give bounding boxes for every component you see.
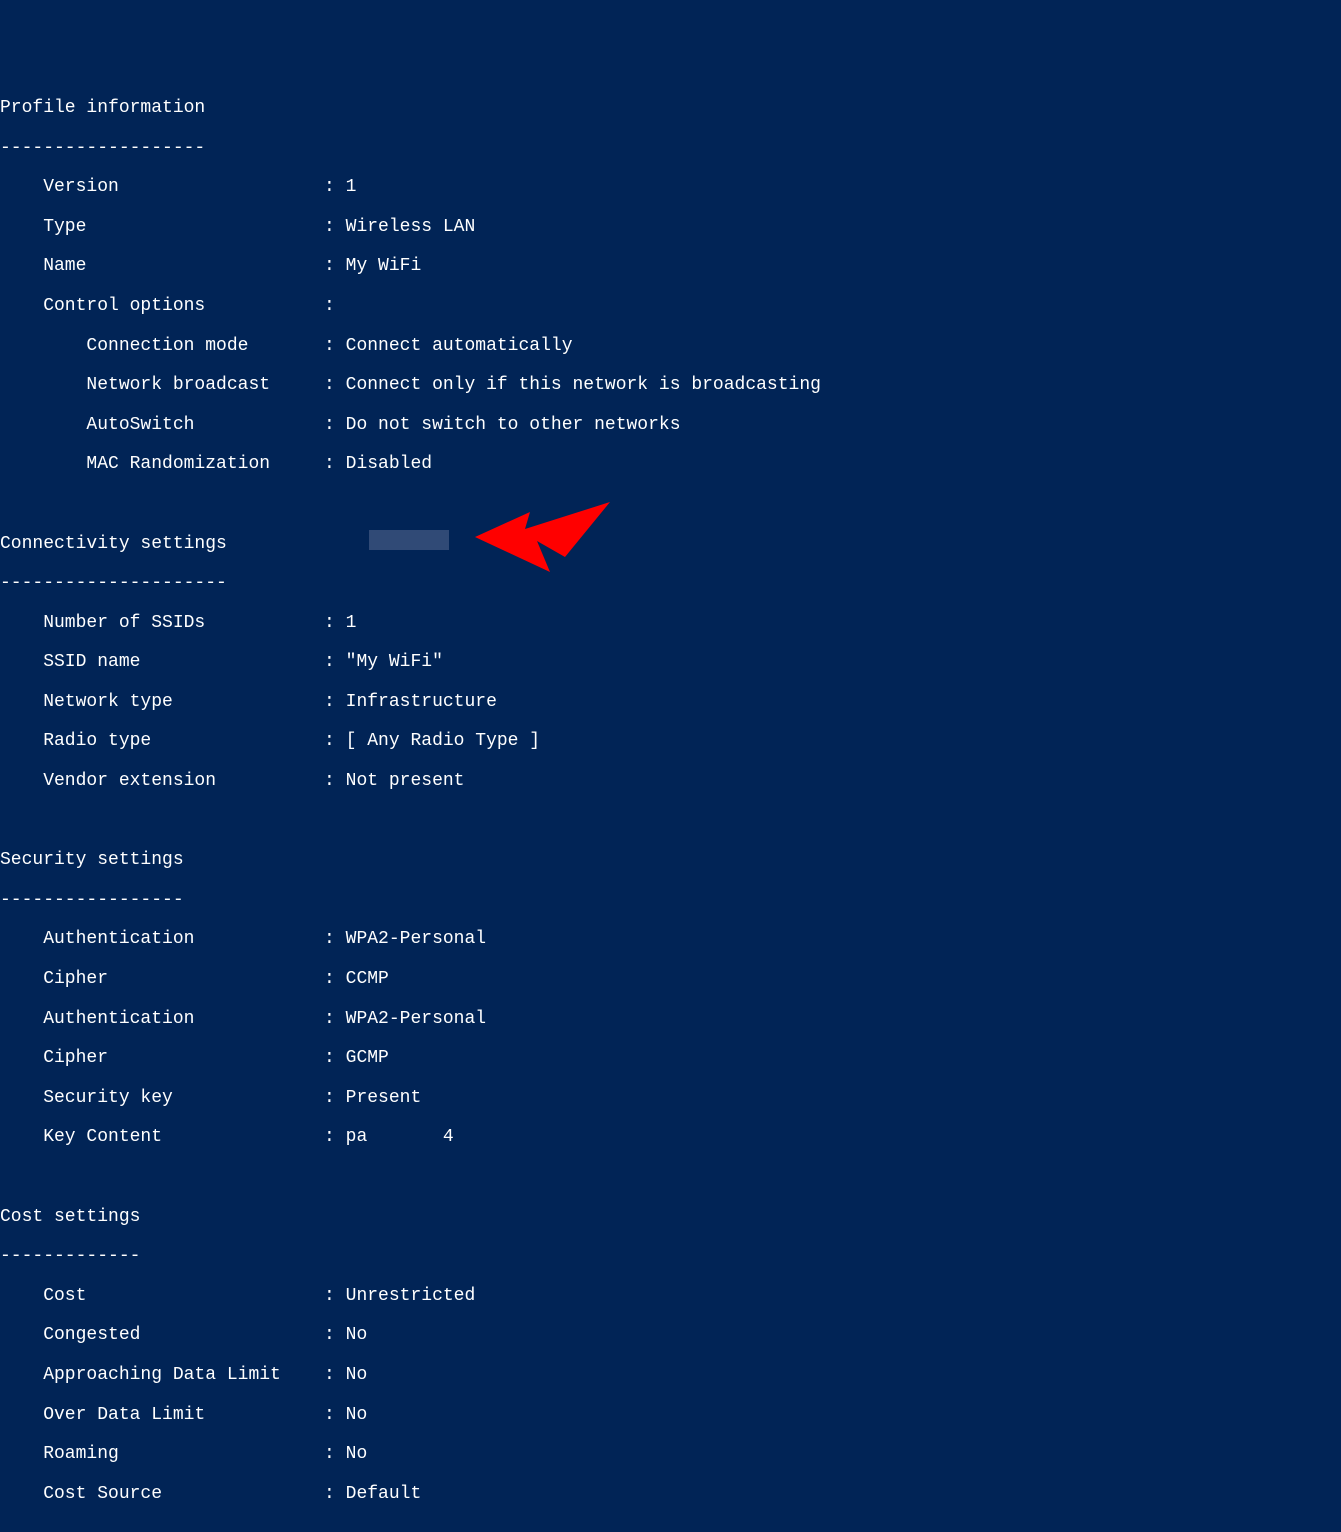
section-dashes-profile: -------------------	[0, 139, 1341, 159]
field-approaching-data-limit: Approaching Data Limit : No	[0, 1366, 1341, 1386]
field-cost: Cost : Unrestricted	[0, 1287, 1341, 1307]
field-over-data-limit: Over Data Limit : No	[0, 1406, 1341, 1426]
section-header-security: Security settings	[0, 851, 1341, 871]
section-header-cost: Cost settings	[0, 1208, 1341, 1228]
field-type: Type : Wireless LAN	[0, 218, 1341, 238]
field-network-broadcast: Network broadcast : Connect only if this…	[0, 376, 1341, 396]
field-radio-type: Radio type : [ Any Radio Type ]	[0, 732, 1341, 752]
field-autoswitch: AutoSwitch : Do not switch to other netw…	[0, 416, 1341, 436]
field-ssid-name: SSID name : "My WiFi"	[0, 653, 1341, 673]
field-authentication-2: Authentication : WPA2-Personal	[0, 1010, 1341, 1030]
field-congested: Congested : No	[0, 1326, 1341, 1346]
field-security-key: Security key : Present	[0, 1089, 1341, 1109]
section-dashes-connectivity: ---------------------	[0, 574, 1341, 594]
field-cost-source: Cost Source : Default	[0, 1485, 1341, 1505]
field-roaming: Roaming : No	[0, 1445, 1341, 1465]
field-network-type: Network type : Infrastructure	[0, 693, 1341, 713]
field-authentication-1: Authentication : WPA2-Personal	[0, 930, 1341, 950]
powershell-terminal[interactable]: Profile information ------------------- …	[0, 79, 1341, 1532]
blank-line	[0, 495, 1341, 515]
blank-line	[0, 1168, 1341, 1188]
field-name: Name : My WiFi	[0, 257, 1341, 277]
blank-line	[0, 1524, 1341, 1532]
section-dashes-cost: -------------	[0, 1247, 1341, 1267]
section-dashes-security: -----------------	[0, 891, 1341, 911]
field-connection-mode: Connection mode : Connect automatically	[0, 337, 1341, 357]
field-cipher-2: Cipher : GCMP	[0, 1049, 1341, 1069]
field-vendor-extension: Vendor extension : Not present	[0, 772, 1341, 792]
field-version: Version : 1	[0, 178, 1341, 198]
field-mac-randomization: MAC Randomization : Disabled	[0, 455, 1341, 475]
redaction-blur	[369, 530, 449, 550]
field-control-options: Control options :	[0, 297, 1341, 317]
field-num-ssids: Number of SSIDs : 1	[0, 614, 1341, 634]
blank-line	[0, 812, 1341, 832]
field-cipher-1: Cipher : CCMP	[0, 970, 1341, 990]
section-header-connectivity: Connectivity settings	[0, 535, 1341, 555]
field-key-content: Key Content : pa 4	[0, 1128, 1341, 1148]
section-header-profile: Profile information	[0, 99, 1341, 119]
